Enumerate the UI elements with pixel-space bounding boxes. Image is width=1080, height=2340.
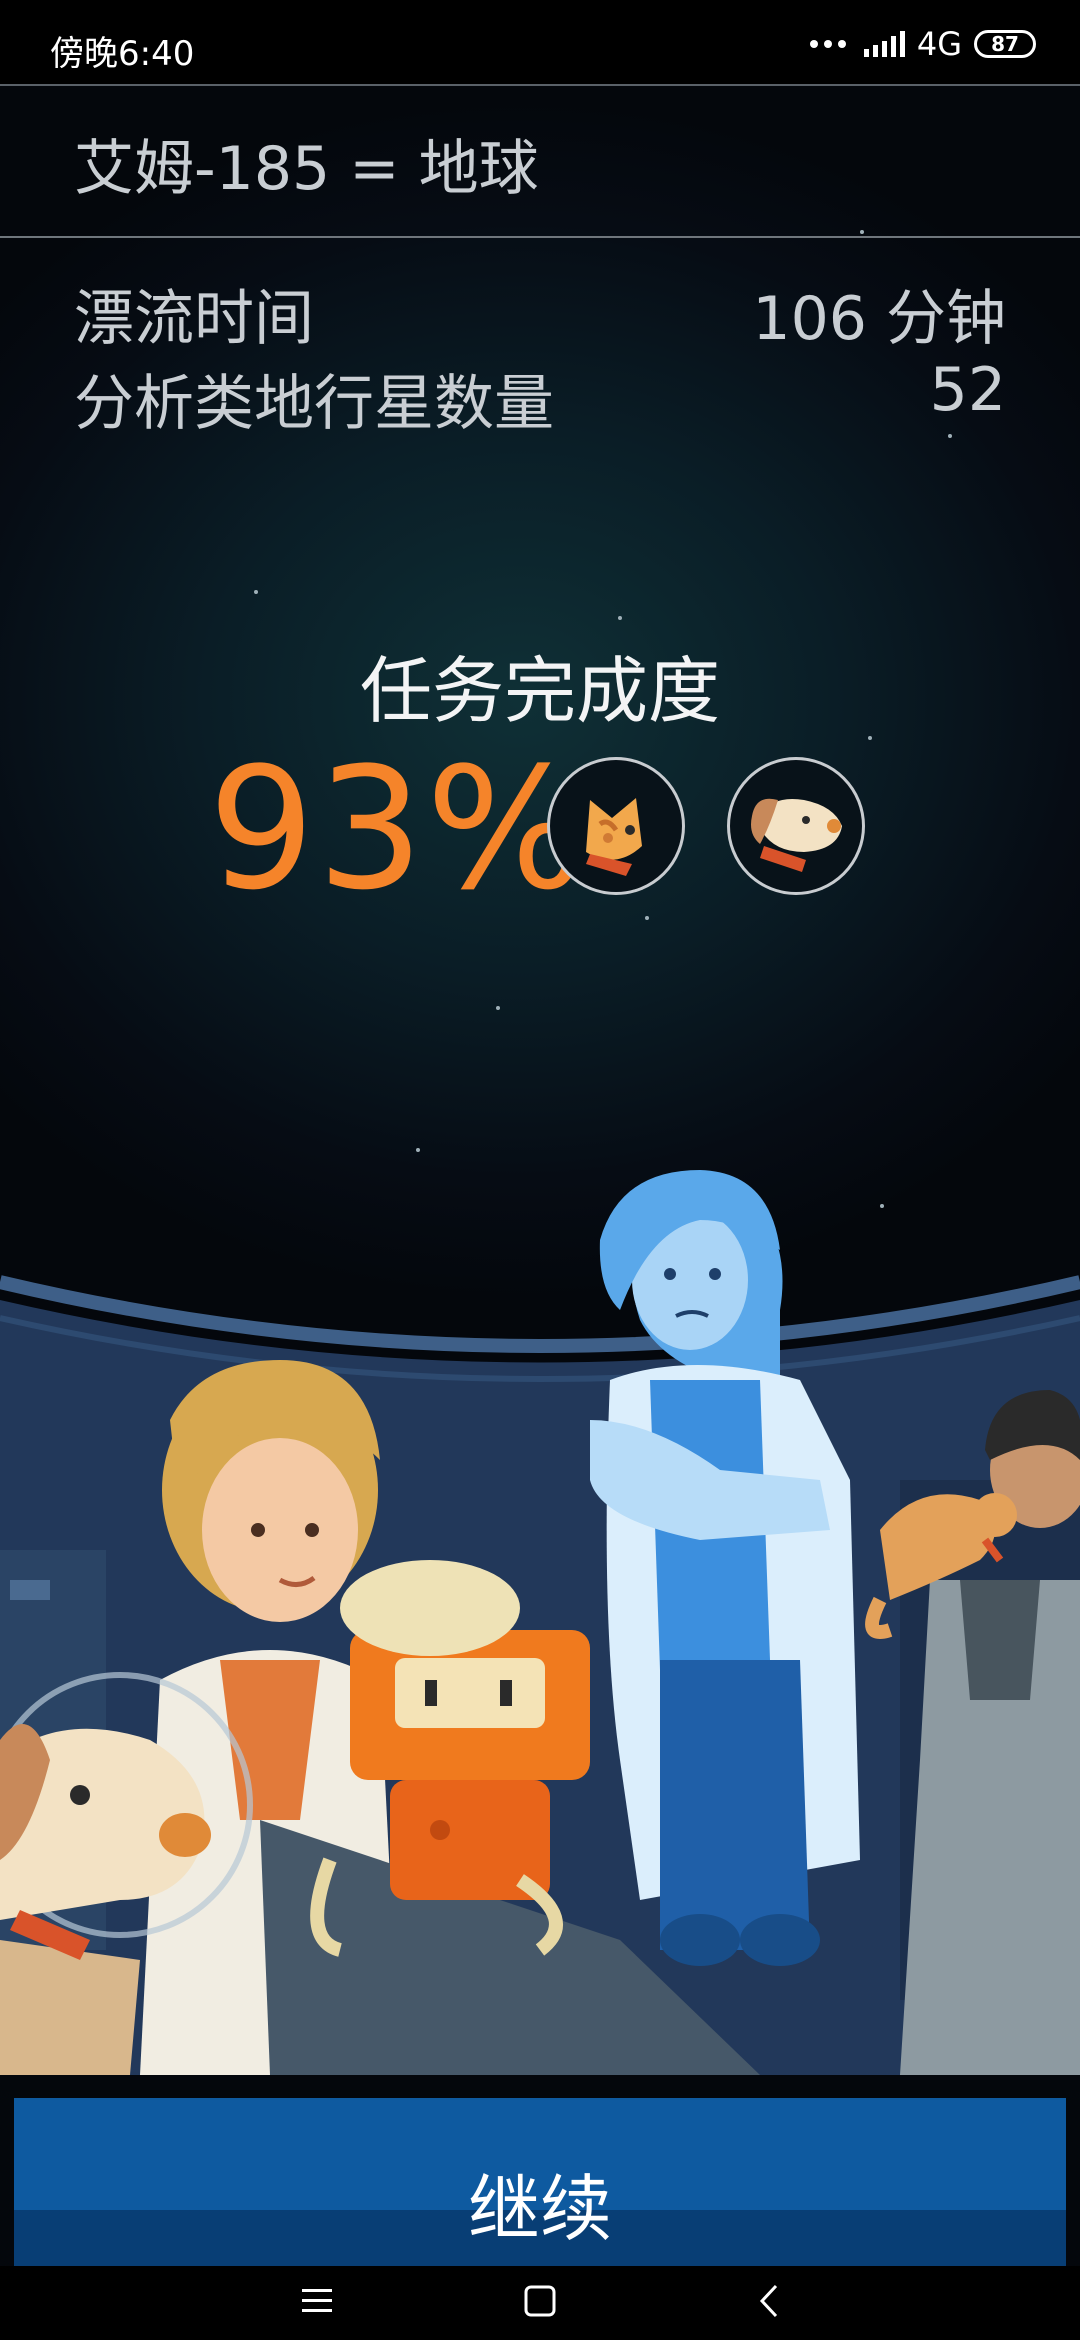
cat-face-icon [547, 757, 685, 895]
continue-button[interactable]: 继续 [14, 2098, 1066, 2266]
more-dots-icon [809, 40, 846, 48]
divider [0, 84, 1080, 86]
stat-value: 52 [929, 355, 1006, 425]
battery-level: 87 [991, 32, 1019, 56]
star [948, 434, 952, 438]
mission-completion-label: 任务完成度 [359, 649, 720, 733]
battery-icon: 87 [974, 30, 1036, 58]
star [618, 616, 622, 620]
star [860, 230, 864, 234]
stat-row-planets-analyzed: 分析类地行星数量 52 [74, 355, 1006, 442]
menu-icon[interactable] [298, 2266, 338, 2340]
status-indicators: 4G 87 [809, 24, 1036, 64]
stat-label: 分析类地行星数量 [74, 369, 554, 439]
home-square-icon[interactable] [520, 2266, 560, 2340]
system-nav-bar [0, 2266, 1080, 2340]
star [254, 590, 258, 594]
network-type: 4G [916, 25, 962, 63]
status-bar: 傍晚6:40 4G 87 [0, 0, 1080, 86]
star [645, 916, 649, 920]
back-chevron-icon[interactable] [750, 2266, 790, 2340]
planet-title: 艾姆-185 = 地球 [74, 134, 539, 204]
stat-label: 漂流时间 [74, 284, 314, 354]
stat-value: 106 分钟 [752, 284, 1006, 354]
divider [0, 236, 1080, 238]
star [496, 1006, 500, 1010]
mission-completion-value: 93% [208, 731, 588, 927]
status-time: 傍晚6:40 [50, 34, 195, 74]
crew-illustration [0, 1170, 1080, 2075]
signal-strength-icon [863, 31, 905, 57]
stat-row-drift-time: 漂流时间 106 分钟 [74, 270, 1006, 357]
mission-result-screen: 傍晚6:40 4G 87 艾姆-185 = 地球 漂流时间 106 分钟 分析类… [0, 0, 1080, 2340]
dog-face-icon [727, 757, 865, 895]
